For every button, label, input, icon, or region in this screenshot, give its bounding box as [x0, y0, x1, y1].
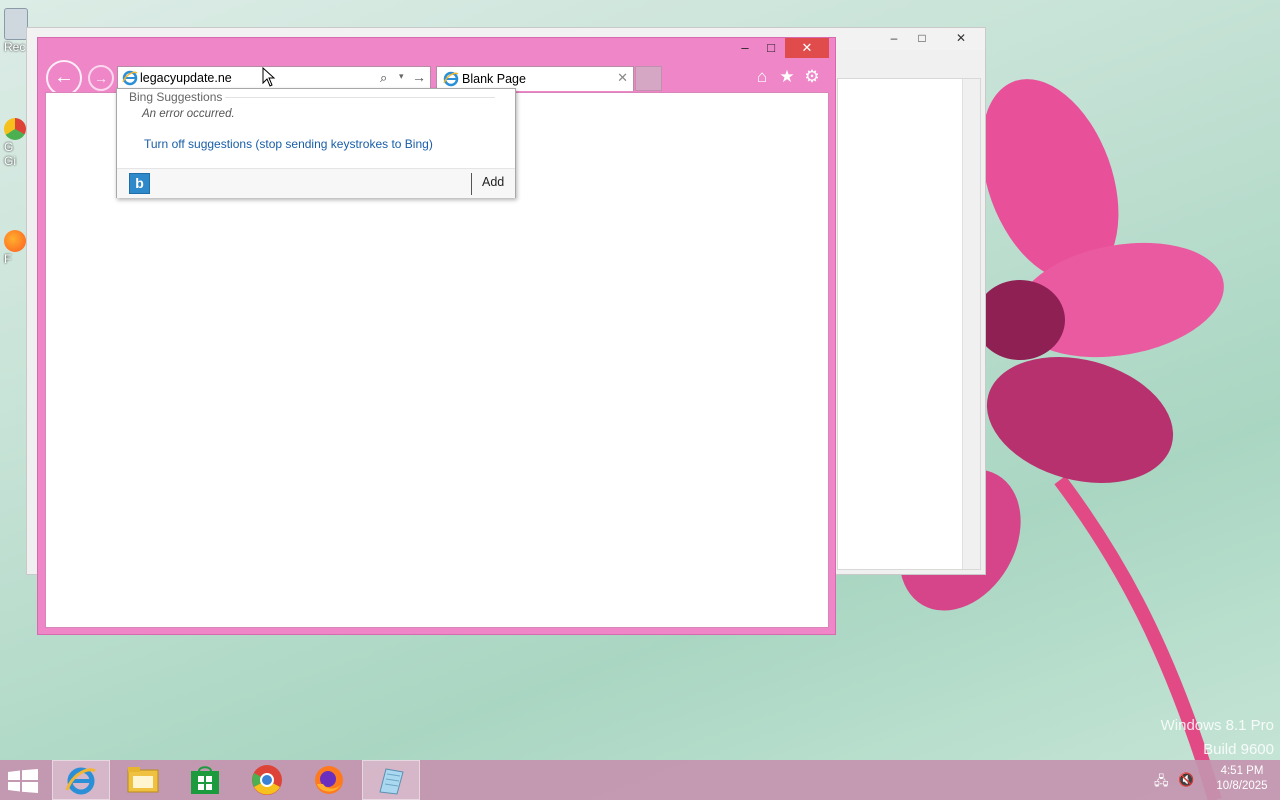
taskbar-chrome[interactable]	[238, 760, 296, 800]
taskbar-store[interactable]	[176, 760, 234, 800]
suggestions-footer: b Add	[117, 168, 515, 198]
forward-button[interactable]: →	[88, 65, 114, 91]
background-vertical-scrollbar[interactable]	[962, 79, 980, 569]
notepad-icon	[379, 768, 404, 795]
mouse-pointer-icon	[262, 67, 276, 87]
footer-separator	[471, 173, 472, 195]
go-arrow-icon[interactable]: →	[412, 69, 426, 85]
add-provider-button[interactable]: Add	[482, 175, 504, 189]
favorites-star-icon[interactable]: ★	[777, 67, 797, 87]
taskbar-internet-explorer[interactable]	[52, 760, 110, 800]
ie-minimize-button[interactable]: –	[732, 38, 758, 58]
address-input[interactable]	[140, 69, 370, 87]
firefox-shortcut-icon[interactable]: F	[4, 230, 28, 266]
ie-maximize-button[interactable]: □	[758, 38, 784, 58]
ie-close-button[interactable]: ✕	[785, 38, 829, 58]
taskbar: 🖧 🔇 4:51 PM 10/8/2025	[0, 760, 1280, 800]
windows-start-button[interactable]	[8, 769, 38, 793]
windows-watermark: Windows 8.1 Pro Build 9600	[1161, 714, 1274, 762]
suggestions-error-text: An error occurred.	[142, 108, 235, 120]
ie-page-icon	[122, 70, 138, 86]
gear-icon[interactable]: ⚙	[802, 67, 822, 87]
address-suggestions-dropdown: Bing Suggestions An error occurred. Turn…	[116, 88, 516, 198]
background-content-panel	[837, 78, 981, 570]
bing-search-provider-icon[interactable]: b	[129, 173, 150, 194]
desktop-icon-label: Rec	[4, 40, 26, 54]
taskbar-notepad[interactable]	[362, 760, 420, 800]
network-icon[interactable]: 🖧	[1154, 772, 1170, 788]
watermark-edition: Windows 8.1 Pro	[1160, 717, 1274, 734]
forward-arrow-icon: →	[94, 70, 108, 86]
folder-icon	[127, 767, 159, 793]
background-close-button[interactable]: ✕	[939, 28, 983, 48]
search-icon[interactable]: ⌕	[380, 70, 396, 86]
new-tab-button[interactable]	[635, 66, 662, 91]
taskbar-firefox[interactable]	[300, 760, 358, 800]
clock-time: 4:51 PM	[1220, 765, 1264, 777]
desktop-icon-label: G Gi	[4, 140, 16, 168]
recycle-bin-icon[interactable]: Rec	[4, 8, 28, 54]
chrome-icon	[252, 765, 282, 795]
internet-explorer-icon	[65, 767, 96, 795]
back-arrow-icon: ←	[54, 66, 74, 88]
volume-muted-icon[interactable]: 🔇	[1178, 772, 1194, 788]
suggestions-divider	[225, 97, 495, 98]
turn-off-suggestions-link[interactable]: Turn off suggestions (stop sending keyst…	[144, 137, 433, 151]
firefox-icon	[315, 766, 343, 794]
desktop-icon-label: F	[4, 252, 12, 266]
system-clock[interactable]: 4:51 PM 10/8/2025	[1212, 764, 1272, 794]
tab-close-icon[interactable]: ✕	[617, 70, 628, 86]
tab-title: Blank Page	[462, 72, 526, 86]
ie-tab-icon	[443, 71, 459, 87]
back-button[interactable]: ←	[46, 60, 82, 96]
suggestions-header: Bing Suggestions	[129, 90, 223, 104]
background-minimize-button[interactable]: –	[879, 28, 909, 48]
home-icon[interactable]: ⌂	[752, 67, 772, 87]
store-icon	[191, 766, 219, 794]
chevron-down-icon[interactable]: ▾	[399, 71, 404, 82]
background-maximize-button[interactable]: □	[907, 28, 937, 48]
chrome-shortcut-icon[interactable]: G Gi	[4, 118, 28, 168]
taskbar-file-explorer[interactable]	[114, 760, 172, 800]
clock-date: 10/8/2025	[1216, 780, 1268, 792]
watermark-build: Build 9600	[1203, 741, 1274, 758]
